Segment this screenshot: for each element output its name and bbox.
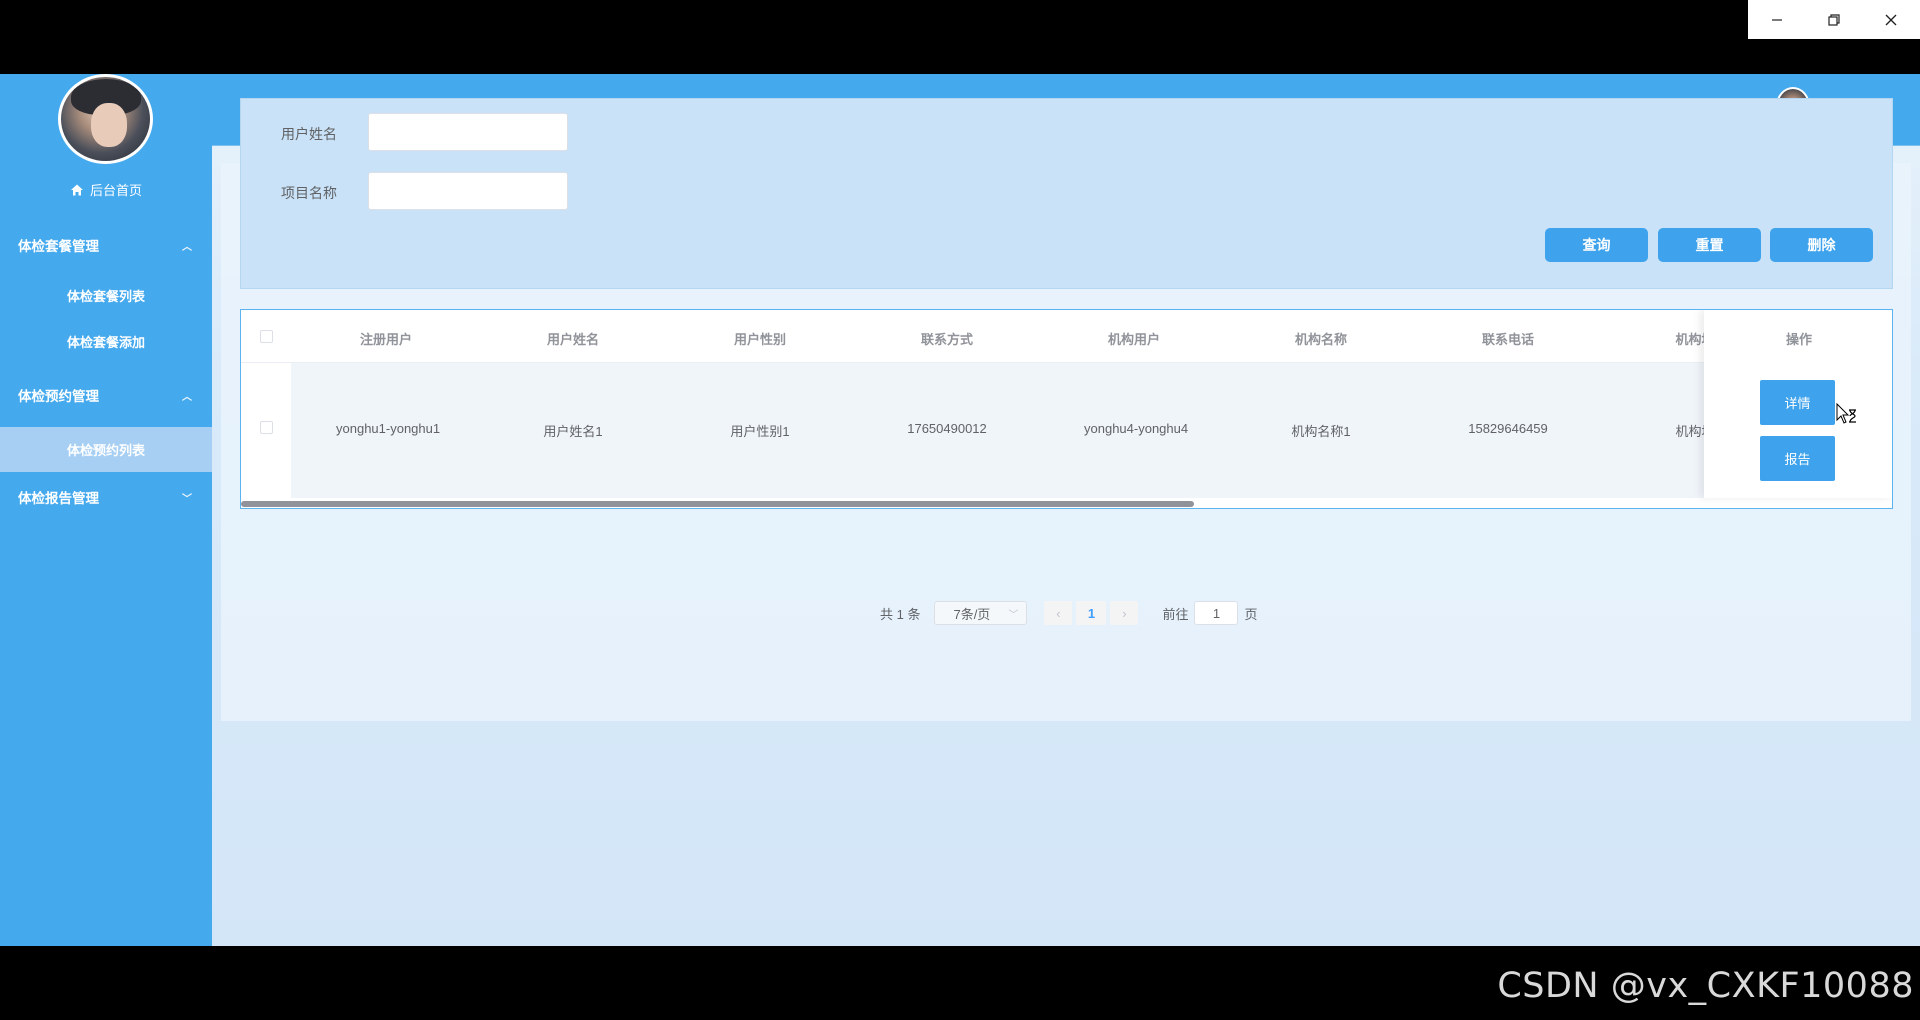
minimize-button[interactable] (1748, 0, 1805, 39)
page-size-select[interactable]: 7条/页 ﹀ (934, 601, 1028, 625)
project-filter-input[interactable] (368, 172, 568, 210)
column-header: 联系电话 (1481, 332, 1534, 347)
total-count: 共 1 条 (880, 606, 921, 622)
chevron-up-icon: ︿ (182, 391, 192, 403)
sidebar-avatar (58, 74, 153, 164)
table-cell: 机构名称1 (1291, 424, 1351, 439)
sidebar-group-label: 体检预约管理 (18, 389, 99, 404)
row-checkbox-column (241, 363, 291, 498)
sidebar-group-appointment[interactable]: 体检预约管理 ︿ (0, 375, 212, 415)
minimize-icon (1771, 18, 1782, 21)
sidebar-item-package-add[interactable]: 体检套餐添加 (0, 321, 212, 361)
sidebar-item-label: 体检套餐添加 (66, 334, 145, 350)
appointment-table: 注册用户 用户姓名 用户性别 联系方式 机构用户 机构名称 联系电话 机构地 y… (240, 309, 1893, 509)
table-cell: 15829646459 (1468, 421, 1548, 436)
sidebar-item-appointment-list[interactable]: 体检预约列表 (0, 427, 212, 472)
username-filter-label: 用户姓名 (281, 126, 337, 142)
goto-prefix: 前往 (1162, 606, 1189, 622)
prev-page-button[interactable]: ‹ (1044, 601, 1073, 625)
sidebar-home-label: 后台首页 (89, 183, 142, 198)
select-all-checkbox[interactable] (260, 330, 273, 343)
column-header: 用户性别 (733, 332, 786, 347)
goto-suffix: 页 (1244, 606, 1258, 622)
sidebar-group-report[interactable]: 体检报告管理 ﹀ (0, 477, 212, 517)
chevron-down-icon: ﹀ (1008, 609, 1019, 621)
pagination: 共 1 条 7条/页 ﹀ ‹ 1 › 前往 1 页 (880, 601, 1258, 625)
window-controls (1748, 0, 1920, 39)
sidebar-group-package[interactable]: 体检套餐管理 ︿ (0, 225, 212, 265)
home-icon (70, 184, 83, 195)
page-number-current[interactable]: 1 (1076, 601, 1107, 625)
next-page-button[interactable]: › (1110, 601, 1139, 625)
sidebar-home-link[interactable]: 后台首页 (0, 180, 212, 199)
column-header: 操作 (1785, 332, 1812, 347)
table-header: 注册用户 用户姓名 用户性别 联系方式 机构用户 机构名称 联系电话 机构地 (241, 310, 1892, 363)
close-icon (1885, 14, 1896, 25)
reset-button[interactable]: 重置 (1658, 228, 1761, 262)
search-panel: 用户姓名 项目名称 查询 重置 删除 (240, 98, 1893, 289)
sidebar: 后台首页 体检套餐管理 ︿ 体检套餐列表 体检套餐添加 体检预约管理 ︿ 体检预… (0, 74, 212, 946)
sidebar-group-label: 体检报告管理 (18, 491, 99, 506)
delete-button[interactable]: 删除 (1770, 228, 1873, 262)
chevron-down-icon: ﹀ (182, 493, 192, 505)
sidebar-item-package-list[interactable]: 体检套餐列表 (0, 275, 212, 315)
report-button[interactable]: 报告 (1760, 436, 1835, 481)
mouse-cursor-icon (1836, 402, 1856, 424)
actions-column: 操作 详情 报告 (1704, 310, 1892, 498)
sidebar-item-label: 体检套餐列表 (66, 288, 145, 304)
project-filter-label: 项目名称 (281, 185, 337, 201)
restore-icon (1827, 13, 1840, 26)
detail-button[interactable]: 详情 (1760, 380, 1835, 425)
row-checkbox[interactable] (260, 421, 273, 434)
chevron-right-icon: › (1122, 605, 1127, 621)
column-header: 联系方式 (920, 332, 973, 347)
chevron-left-icon: ‹ (1056, 605, 1061, 621)
column-header: 注册用户 (359, 332, 412, 347)
watermark: CSDN @vx_CXKF10088 (1497, 966, 1914, 1006)
table-cell: yonghu4-yonghu4 (1084, 421, 1189, 436)
query-button[interactable]: 查询 (1545, 228, 1648, 262)
sidebar-group-label: 体检套餐管理 (18, 239, 99, 254)
column-header: 机构名称 (1294, 332, 1347, 347)
column-header: 用户姓名 (546, 332, 599, 347)
horizontal-scrollbar[interactable] (241, 501, 1194, 507)
goto-page-input[interactable]: 1 (1194, 601, 1239, 625)
column-header: 机构用户 (1107, 332, 1160, 347)
username-filter-input[interactable] (368, 113, 568, 151)
close-button[interactable] (1862, 0, 1919, 39)
goto-page: 前往 1 页 (1162, 601, 1258, 625)
sidebar-item-label: 体检预约列表 (66, 443, 145, 458)
table-cell: 用户性别1 (730, 424, 790, 439)
table-cell: 17650490012 (907, 421, 987, 436)
table-row[interactable]: yonghu1-yonghu1 用户姓名1 用户性别1 17650490012 … (241, 363, 1892, 498)
table-cell: 用户姓名1 (543, 424, 603, 439)
chevron-up-icon: ︿ (182, 241, 192, 253)
table-cell: yonghu1-yonghu1 (336, 421, 441, 436)
restore-button[interactable] (1805, 0, 1862, 39)
page-size-value: 7条/页 (953, 606, 991, 622)
